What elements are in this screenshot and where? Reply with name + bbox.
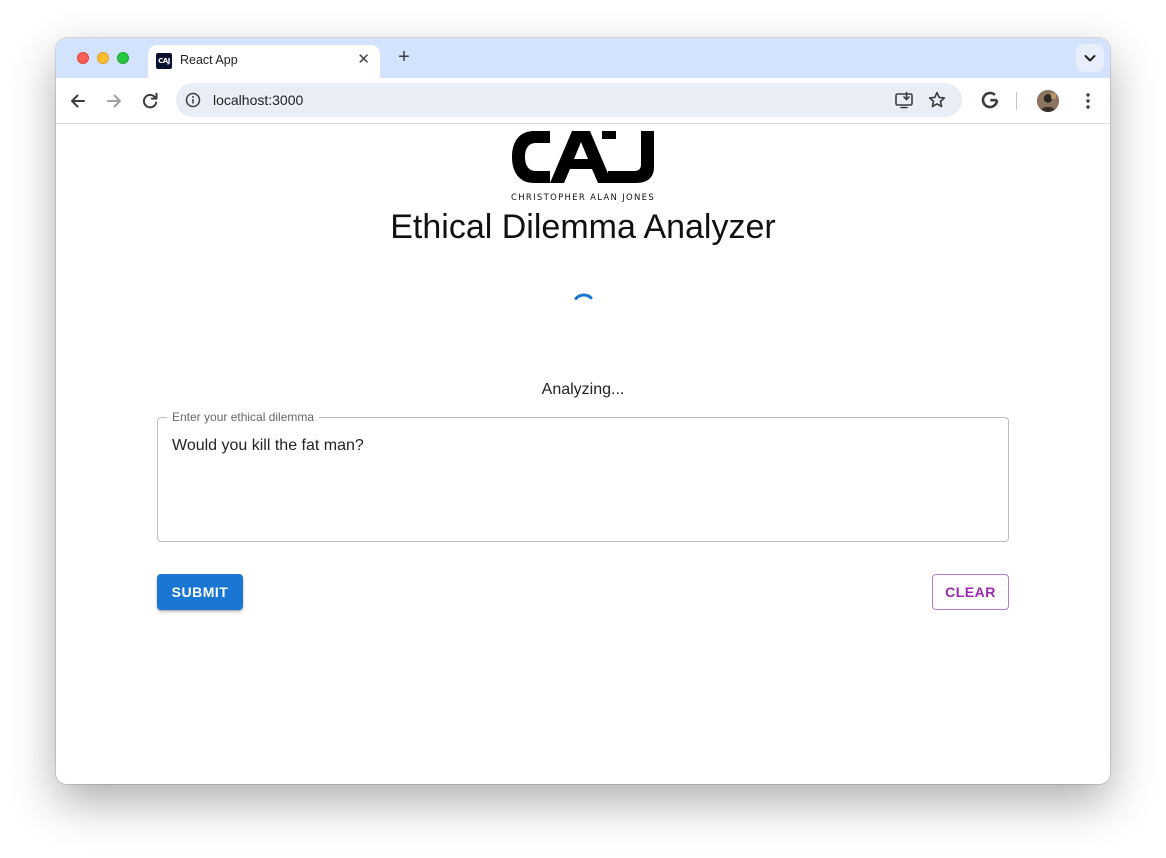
dilemma-field[interactable]: Enter your ethical dilemma Would you kil…: [157, 410, 1009, 542]
browser-window: CAJ React App ✕ + localhost:3000 CHRISTO…: [56, 38, 1110, 784]
tab-search-button[interactable]: [1076, 44, 1104, 72]
dilemma-input[interactable]: Would you kill the fat man?: [172, 437, 364, 455]
kebab-menu-icon: [1086, 93, 1090, 109]
url-text[interactable]: localhost:3000: [213, 92, 303, 108]
browser-toolbar: localhost:3000: [56, 78, 1110, 124]
google-button[interactable]: [978, 88, 1002, 112]
back-arrow-icon: [71, 94, 85, 108]
forward-arrow-icon: [107, 94, 121, 108]
menu-button[interactable]: [1076, 89, 1100, 113]
dilemma-field-label: Enter your ethical dilemma: [167, 410, 320, 424]
info-icon[interactable]: [185, 92, 201, 108]
reload-icon: [142, 92, 158, 109]
reload-button[interactable]: [138, 89, 162, 113]
caj-logo-mark: [512, 131, 654, 183]
new-tab-button[interactable]: +: [392, 46, 416, 70]
avatar[interactable]: [1037, 90, 1059, 112]
status-text: Analyzing...: [541, 381, 625, 398]
back-button[interactable]: [66, 89, 90, 113]
close-window-button[interactable]: [77, 52, 89, 64]
spinner-icon: [574, 293, 593, 300]
submit-button[interactable]: SUBMIT: [157, 574, 243, 610]
profile-photo-icon: [1037, 90, 1059, 112]
tab-title: React App: [180, 53, 238, 67]
favicon-icon: CAJ: [156, 53, 172, 69]
page-title: Ethical Dilemma Analyzer: [390, 208, 776, 246]
star-icon[interactable]: [927, 90, 947, 110]
chevron-down-icon: [1084, 55, 1096, 62]
page-content: CHRISTOPHER ALAN JONES Ethical Dilemma A…: [56, 125, 1110, 784]
forward-button[interactable]: [102, 89, 126, 113]
minimize-window-button[interactable]: [97, 52, 109, 64]
tab-react-app[interactable]: CAJ React App ✕: [148, 45, 380, 78]
install-app-icon[interactable]: [894, 90, 914, 110]
tab-strip: CAJ React App ✕ +: [56, 38, 1110, 78]
clear-button[interactable]: CLEAR: [932, 574, 1009, 610]
google-icon: [981, 91, 999, 109]
address-bar[interactable]: localhost:3000: [176, 83, 962, 117]
toolbar-divider: [1016, 92, 1017, 110]
close-tab-icon[interactable]: ✕: [357, 52, 370, 68]
caj-logo: CHRISTOPHER ALAN JONES: [510, 129, 656, 203]
zoom-window-button[interactable]: [117, 52, 129, 64]
logo-caption: CHRISTOPHER ALAN JONES: [510, 193, 656, 203]
